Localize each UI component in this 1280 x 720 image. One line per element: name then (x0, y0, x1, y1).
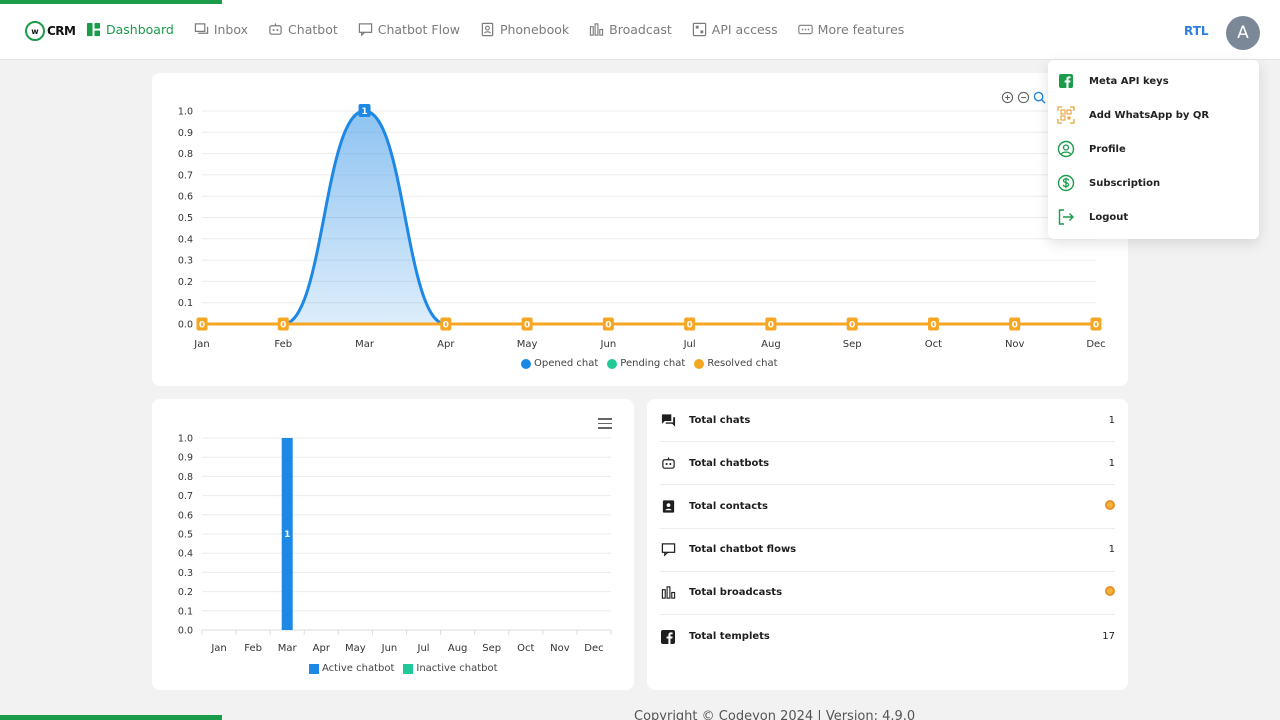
broadcast-icon (589, 22, 604, 37)
legend-marker (694, 358, 705, 369)
api-icon (692, 22, 707, 37)
app-logo[interactable]: w CRM (25, 21, 76, 41)
stat-value: 1 (1108, 414, 1115, 426)
stat-row-total-contacts: Total contacts (660, 485, 1115, 529)
broadcast-icon (660, 585, 676, 601)
stat-label: Total chatbot flows (689, 544, 797, 556)
legend-label: Inactive chatbot (416, 663, 498, 674)
nav-menu: Dashboard Inbox Chatbot Chatbot Flow Phonebo… (86, 22, 904, 37)
logo-mark: w (25, 21, 45, 41)
chat-icon (660, 412, 676, 428)
robot-icon (268, 22, 283, 37)
contacts-icon (660, 498, 676, 514)
nav-item-more-features[interactable]: More features (797, 22, 905, 37)
phonebook-icon (480, 22, 495, 37)
legend-label: Pending chat (620, 358, 686, 369)
stat-row-total-templets: Total templets 17 (660, 615, 1115, 658)
magnify-icon[interactable] (1033, 89, 1046, 104)
user-avatar[interactable]: A (1226, 16, 1260, 50)
footer-copyright: Copyright © Codeyon 2024 | Version: 4.9.… (634, 709, 916, 720)
dropdown-item-add-whatsapp-by-qr[interactable]: Add WhatsApp by QR (1048, 98, 1259, 132)
facebook-icon (1057, 72, 1075, 90)
loading-spinner-icon (1105, 499, 1115, 513)
chart-menu-icon[interactable] (598, 418, 612, 432)
legend-marker (309, 663, 319, 674)
stats-list: Total chats 1 Total chatbots 1 Total contact… (660, 399, 1115, 658)
legend-label: Opened chat (534, 358, 599, 369)
facebook-icon (660, 629, 676, 645)
legend-item[interactable]: Inactive chatbot (403, 663, 498, 674)
stat-label: Total templets (689, 631, 770, 643)
dropdown-item-label: Add WhatsApp by QR (1089, 109, 1210, 121)
legend-item[interactable]: Pending chat (607, 358, 685, 369)
flow-icon (358, 22, 373, 37)
legend-item[interactable]: Opened chat (521, 358, 598, 369)
chats-chart-legend: Opened chat Pending chat Resolved chat (521, 358, 778, 369)
legend-label: Active chatbot (322, 663, 395, 674)
logo-text: CRM (47, 24, 76, 38)
dropdown-item-label: Logout (1089, 211, 1129, 223)
chats-chart-card (152, 73, 1128, 386)
nav-item-chatbot[interactable]: Chatbot (268, 22, 338, 37)
chart-toolbar (1001, 89, 1046, 104)
nav-item-label: More features (817, 22, 905, 37)
legend-marker (403, 663, 414, 674)
robot-icon (660, 455, 676, 471)
top-navbar: w CRM Dashboard Inbox Chatbot Chatbot Flow P… (0, 0, 1280, 60)
stat-row-total-chatbot-flows: Total chatbot flows 1 (660, 529, 1115, 572)
stat-label: Total broadcasts (689, 587, 783, 599)
nav-item-label: Chatbot Flow (377, 22, 460, 37)
user-dropdown-menu: Meta API keys Add WhatsApp by QR Profile Su… (1048, 60, 1259, 239)
stat-label: Total contacts (689, 500, 768, 512)
legend-item[interactable]: Resolved chat (694, 358, 778, 369)
stat-label: Total chats (689, 414, 751, 426)
nav-item-label: Phonebook (499, 22, 570, 37)
nav-item-label: API access (711, 22, 778, 37)
dropdown-item-label: Meta API keys (1089, 75, 1169, 87)
stat-row-total-chatbots: Total chatbots 1 (660, 442, 1115, 486)
dashboard-icon (86, 22, 101, 37)
dropdown-item-profile[interactable]: Profile (1048, 132, 1259, 166)
flow-icon (660, 542, 676, 558)
dropdown-item-label: Profile (1089, 143, 1126, 155)
legend-label: Resolved chat (707, 358, 778, 369)
stat-row-total-chats: Total chats 1 (660, 399, 1115, 443)
nav-item-inbox[interactable]: Inbox (194, 22, 248, 37)
nav-item-phonebook[interactable]: Phonebook (480, 22, 569, 37)
zoom-in-icon[interactable] (1001, 89, 1014, 104)
user-circle-icon (1057, 140, 1075, 158)
nav-item-chatbot-flow[interactable]: Chatbot Flow (358, 22, 460, 37)
nav-item-label: Broadcast (609, 22, 672, 37)
stat-value: 1 (1108, 457, 1115, 469)
dropdown-item-logout[interactable]: Logout (1048, 200, 1259, 234)
nav-item-label: Dashboard (106, 22, 174, 37)
stat-value: 1 (1108, 544, 1115, 556)
dollar-icon (1057, 174, 1075, 192)
nav-item-api-access[interactable]: API access (692, 22, 778, 37)
dropdown-item-meta-api-keys[interactable]: Meta API keys (1048, 64, 1259, 98)
logout-icon (1057, 208, 1075, 226)
more-icon (797, 22, 813, 37)
chatbot-chart-card (152, 399, 634, 690)
chatbot-chart-legend: Active chatbot Inactive chatbot (309, 663, 498, 674)
stat-value: 17 (1102, 631, 1115, 643)
stat-label: Total chatbots (689, 457, 770, 469)
rtl-toggle[interactable]: RTL (1184, 24, 1209, 38)
qr-icon (1057, 106, 1075, 124)
nav-item-broadcast[interactable]: Broadcast (589, 22, 672, 37)
stat-row-total-broadcasts: Total broadcasts (660, 572, 1115, 615)
nav-item-label: Inbox (213, 22, 249, 37)
legend-marker (607, 358, 618, 369)
nav-item-dashboard[interactable]: Dashboard (86, 22, 174, 37)
top-progress-bar (0, 0, 222, 4)
legend-marker (521, 358, 531, 369)
dropdown-item-label: Subscription (1089, 177, 1161, 189)
legend-item[interactable]: Active chatbot (309, 663, 394, 674)
zoom-out-icon[interactable] (1017, 89, 1030, 104)
nav-item-label: Chatbot (288, 22, 338, 37)
loading-spinner-icon (1105, 586, 1115, 599)
dropdown-item-subscription[interactable]: Subscription (1048, 166, 1259, 200)
inbox-icon (194, 22, 209, 37)
bottom-progress-bar (0, 715, 222, 720)
